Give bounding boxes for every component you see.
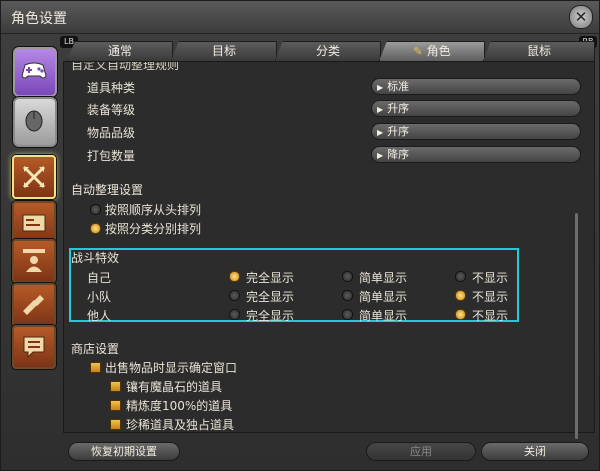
shop-title: 商店设置 [71, 342, 120, 356]
radio-label: 按照分类分别排列 [105, 222, 202, 236]
scrollbar[interactable] [575, 213, 578, 439]
radio-sequential[interactable] [90, 204, 101, 215]
tab-target[interactable]: 目标 [171, 41, 277, 61]
person-icon [23, 249, 45, 272]
choice-label: 简单显示 [359, 309, 408, 323]
category-chat-icon[interactable] [12, 325, 56, 369]
item-type-dropdown[interactable]: ▶ 标准 [371, 78, 581, 95]
tab-general[interactable]: 通常 [67, 41, 173, 61]
item-level-dropdown[interactable]: ▶ 升序 [371, 123, 581, 140]
triangle-right-icon: ▶ [377, 105, 384, 114]
radio-by-category[interactable] [90, 223, 101, 234]
gamepad-icon [21, 62, 47, 79]
gamepad-mode-tab[interactable] [13, 47, 57, 97]
left-rail [6, 39, 58, 469]
effect-row-label: 自己 [87, 271, 112, 285]
radio-self-full[interactable] [229, 271, 240, 282]
checkbox-materia[interactable] [110, 381, 121, 392]
settings-tabs: 通常 目标 分类 ✎ 角色 鼠标 [67, 41, 595, 61]
choice-label: 完全显示 [246, 290, 295, 304]
id-card-icon [22, 214, 46, 232]
radio-party-simple[interactable] [342, 290, 353, 301]
rule-label: 物品品级 [87, 126, 136, 140]
tab-mouse[interactable]: 鼠标 [483, 41, 595, 61]
stack-count-dropdown[interactable]: ▶ 降序 [371, 146, 581, 163]
speech-bubble-icon [23, 336, 45, 359]
character-settings-window: 角色设置 ✕ LB 通常 目标 分类 ✎ 角色 鼠标 自定义自动整理规则 道具种… [0, 0, 600, 471]
triangle-right-icon: ▶ [377, 83, 384, 92]
choice-label: 完全显示 [246, 271, 295, 285]
checkbox-label: 镶有魔晶石的道具 [126, 380, 223, 394]
radio-party-none[interactable] [455, 290, 466, 301]
checkbox-rare-items[interactable] [110, 419, 121, 430]
choice-label: 简单显示 [359, 271, 408, 285]
category-character-icon[interactable] [12, 155, 56, 199]
apply-button[interactable]: 应用 [366, 442, 476, 461]
radio-self-none[interactable] [455, 271, 466, 282]
choice-label: 完全显示 [246, 309, 295, 323]
checkbox-spiritbond[interactable] [110, 400, 121, 411]
choice-label: 简单显示 [359, 290, 408, 304]
triangle-right-icon: ▶ [377, 128, 384, 137]
checkbox-label: 出售物品时显示确定窗口 [105, 361, 238, 375]
choice-label: 不显示 [472, 271, 509, 285]
checkbox-label: 精炼度100%的道具 [126, 399, 233, 413]
auto-sort-title: 自动整理设置 [71, 183, 144, 197]
title-bar: 角色设置 ✕ [1, 1, 599, 34]
close-button[interactable]: 关闭 [481, 442, 589, 461]
category-player-icon[interactable] [12, 239, 56, 283]
mouse-mode-tab[interactable] [13, 97, 57, 147]
category-hotbar-icon[interactable] [12, 283, 56, 327]
checkbox-sell-confirm[interactable] [90, 362, 101, 373]
rule-label: 道具种类 [87, 81, 136, 95]
choice-label: 不显示 [472, 309, 509, 323]
tab-character[interactable]: ✎ 角色 [379, 41, 485, 61]
radio-others-full[interactable] [229, 309, 240, 320]
mouse-icon [25, 110, 43, 132]
tab-category[interactable]: 分类 [275, 41, 381, 61]
reset-button[interactable]: 恢复初期设置 [68, 442, 180, 461]
triangle-right-icon: ▶ [377, 151, 384, 160]
battle-effects-title: 战斗特效 [71, 251, 120, 265]
effect-row-label: 他人 [87, 309, 112, 323]
radio-others-simple[interactable] [342, 309, 353, 320]
rule-label: 装备等级 [87, 103, 136, 117]
window-title: 角色设置 [11, 11, 67, 27]
close-icon[interactable]: ✕ [569, 5, 593, 29]
equip-level-dropdown[interactable]: ▶ 升序 [371, 100, 581, 117]
checkbox-label: 珍稀道具及独占道具 [126, 418, 235, 432]
rule-label: 打包数量 [87, 149, 136, 163]
radio-others-none[interactable] [455, 309, 466, 320]
choice-label: 不显示 [472, 290, 509, 304]
crossed-arrows-icon [22, 165, 46, 189]
checker-icon [23, 295, 44, 315]
pencil-icon: ✎ [413, 45, 423, 58]
radio-label: 按照顺序从头排列 [105, 203, 202, 217]
radio-self-simple[interactable] [342, 271, 353, 282]
effect-row-label: 小队 [87, 290, 112, 304]
radio-party-full[interactable] [229, 290, 240, 301]
